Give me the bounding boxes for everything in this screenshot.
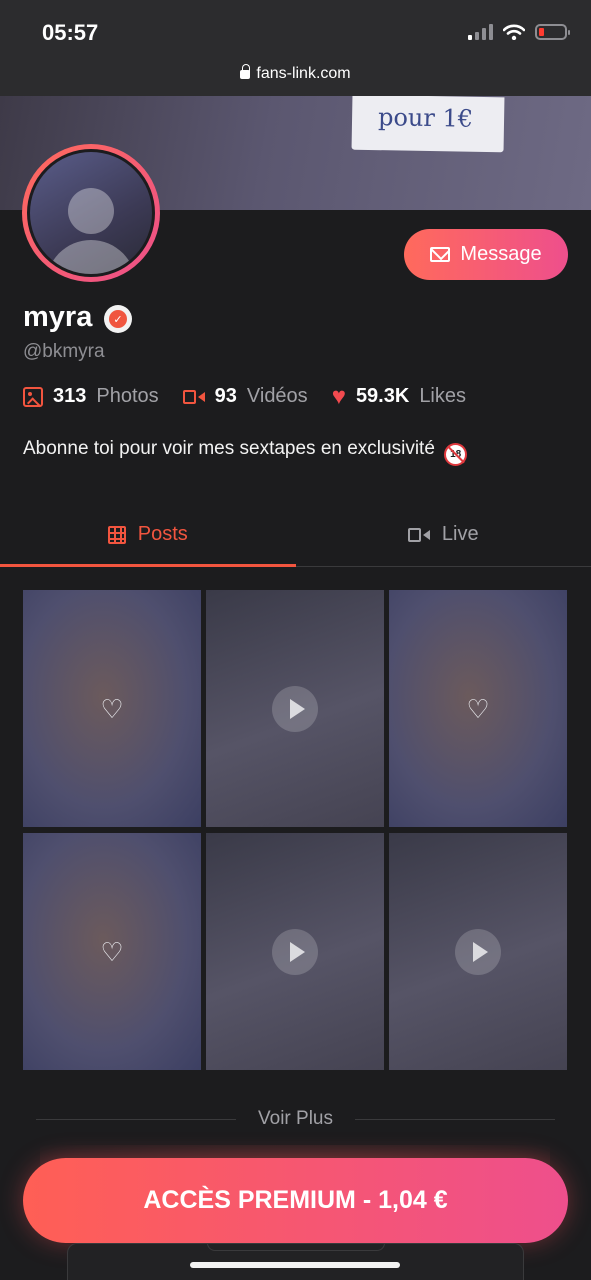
tab-live[interactable]: Live (296, 503, 591, 566)
user-silhouette-icon (46, 187, 136, 274)
avatar[interactable] (22, 144, 160, 282)
status-icons (468, 24, 570, 40)
post-preview[interactable] (206, 833, 384, 1070)
verified-badge-icon: ✓ (104, 305, 132, 333)
lock-icon (240, 64, 251, 79)
divider (354, 1118, 555, 1120)
bottom-sheet-tab (207, 1243, 385, 1251)
profile-stats: 313 Photos 93 Vidéos ♥ 59.3K Likes (23, 382, 490, 410)
cover-note-text: pour 1€ (377, 103, 474, 133)
stat-videos-count: 93 (214, 385, 237, 407)
locked-heart-icon: ♡ (100, 693, 124, 724)
wifi-icon (503, 24, 525, 40)
message-button-label: Message (460, 243, 542, 265)
stat-photos-count: 313 (53, 385, 87, 407)
see-more[interactable]: Voir Plus (0, 1107, 591, 1131)
stat-videos: 93 Vidéos (182, 385, 308, 408)
mail-icon (430, 247, 451, 262)
status-bar: 05:57 (0, 0, 591, 60)
post-locked[interactable]: ♡ (389, 590, 567, 827)
cover-note: pour 1€ (351, 96, 505, 153)
profile-name: myra (23, 301, 93, 333)
url-text: fans-link.com (256, 65, 351, 82)
post-preview[interactable] (389, 833, 567, 1070)
profile-handle: @bkmyra (23, 341, 105, 362)
video-camera-icon (182, 389, 205, 404)
tab-posts[interactable]: Posts (0, 503, 296, 567)
photo-icon (23, 386, 43, 407)
stat-videos-label: Vidéos (246, 385, 308, 407)
content-tabs: Posts Live (0, 503, 591, 567)
see-more-label: Voir Plus (258, 1108, 333, 1129)
post-locked[interactable]: ♡ (23, 833, 201, 1070)
status-time: 05:57 (42, 20, 99, 45)
media-placeholder-icon (455, 928, 501, 975)
post-locked[interactable]: ♡ (23, 590, 201, 827)
adults-only-icon: 18 (444, 443, 468, 466)
divider (36, 1118, 236, 1120)
stat-likes-count: 59.3K (355, 385, 410, 407)
profile-bio-text: Abonne toi pour voir mes sextapes en exc… (23, 438, 435, 459)
battery-low-icon (535, 24, 570, 40)
premium-footer: ACCÈS PREMIUM - 1,04 € (0, 1145, 591, 1280)
stat-likes: ♥ 59.3K Likes (331, 382, 467, 410)
media-placeholder-icon (272, 928, 318, 975)
media-placeholder-icon (272, 685, 318, 732)
video-camera-icon (407, 527, 430, 542)
stat-likes-label: Likes (419, 385, 467, 407)
posts-grid: ♡ ♡ ♡ (23, 590, 568, 1070)
stat-photos: 313 Photos (23, 385, 159, 408)
heart-icon: ♥ (331, 382, 346, 410)
message-button[interactable]: Message (404, 229, 568, 280)
home-indicator (190, 1262, 400, 1268)
post-preview[interactable] (206, 590, 384, 827)
tab-live-label: Live (441, 523, 479, 545)
locked-heart-icon: ♡ (466, 693, 490, 724)
profile-bio: Abonne toi pour voir mes sextapes en exc… (23, 438, 468, 466)
premium-access-button[interactable]: ACCÈS PREMIUM - 1,04 € (23, 1158, 568, 1243)
grid-icon (107, 525, 126, 544)
address-bar[interactable]: fans-link.com (0, 60, 591, 96)
stat-photos-label: Photos (96, 385, 159, 407)
tab-posts-label: Posts (137, 523, 188, 545)
cellular-signal-icon (468, 24, 493, 40)
locked-heart-icon: ♡ (100, 936, 124, 967)
avatar-placeholder (27, 149, 155, 277)
